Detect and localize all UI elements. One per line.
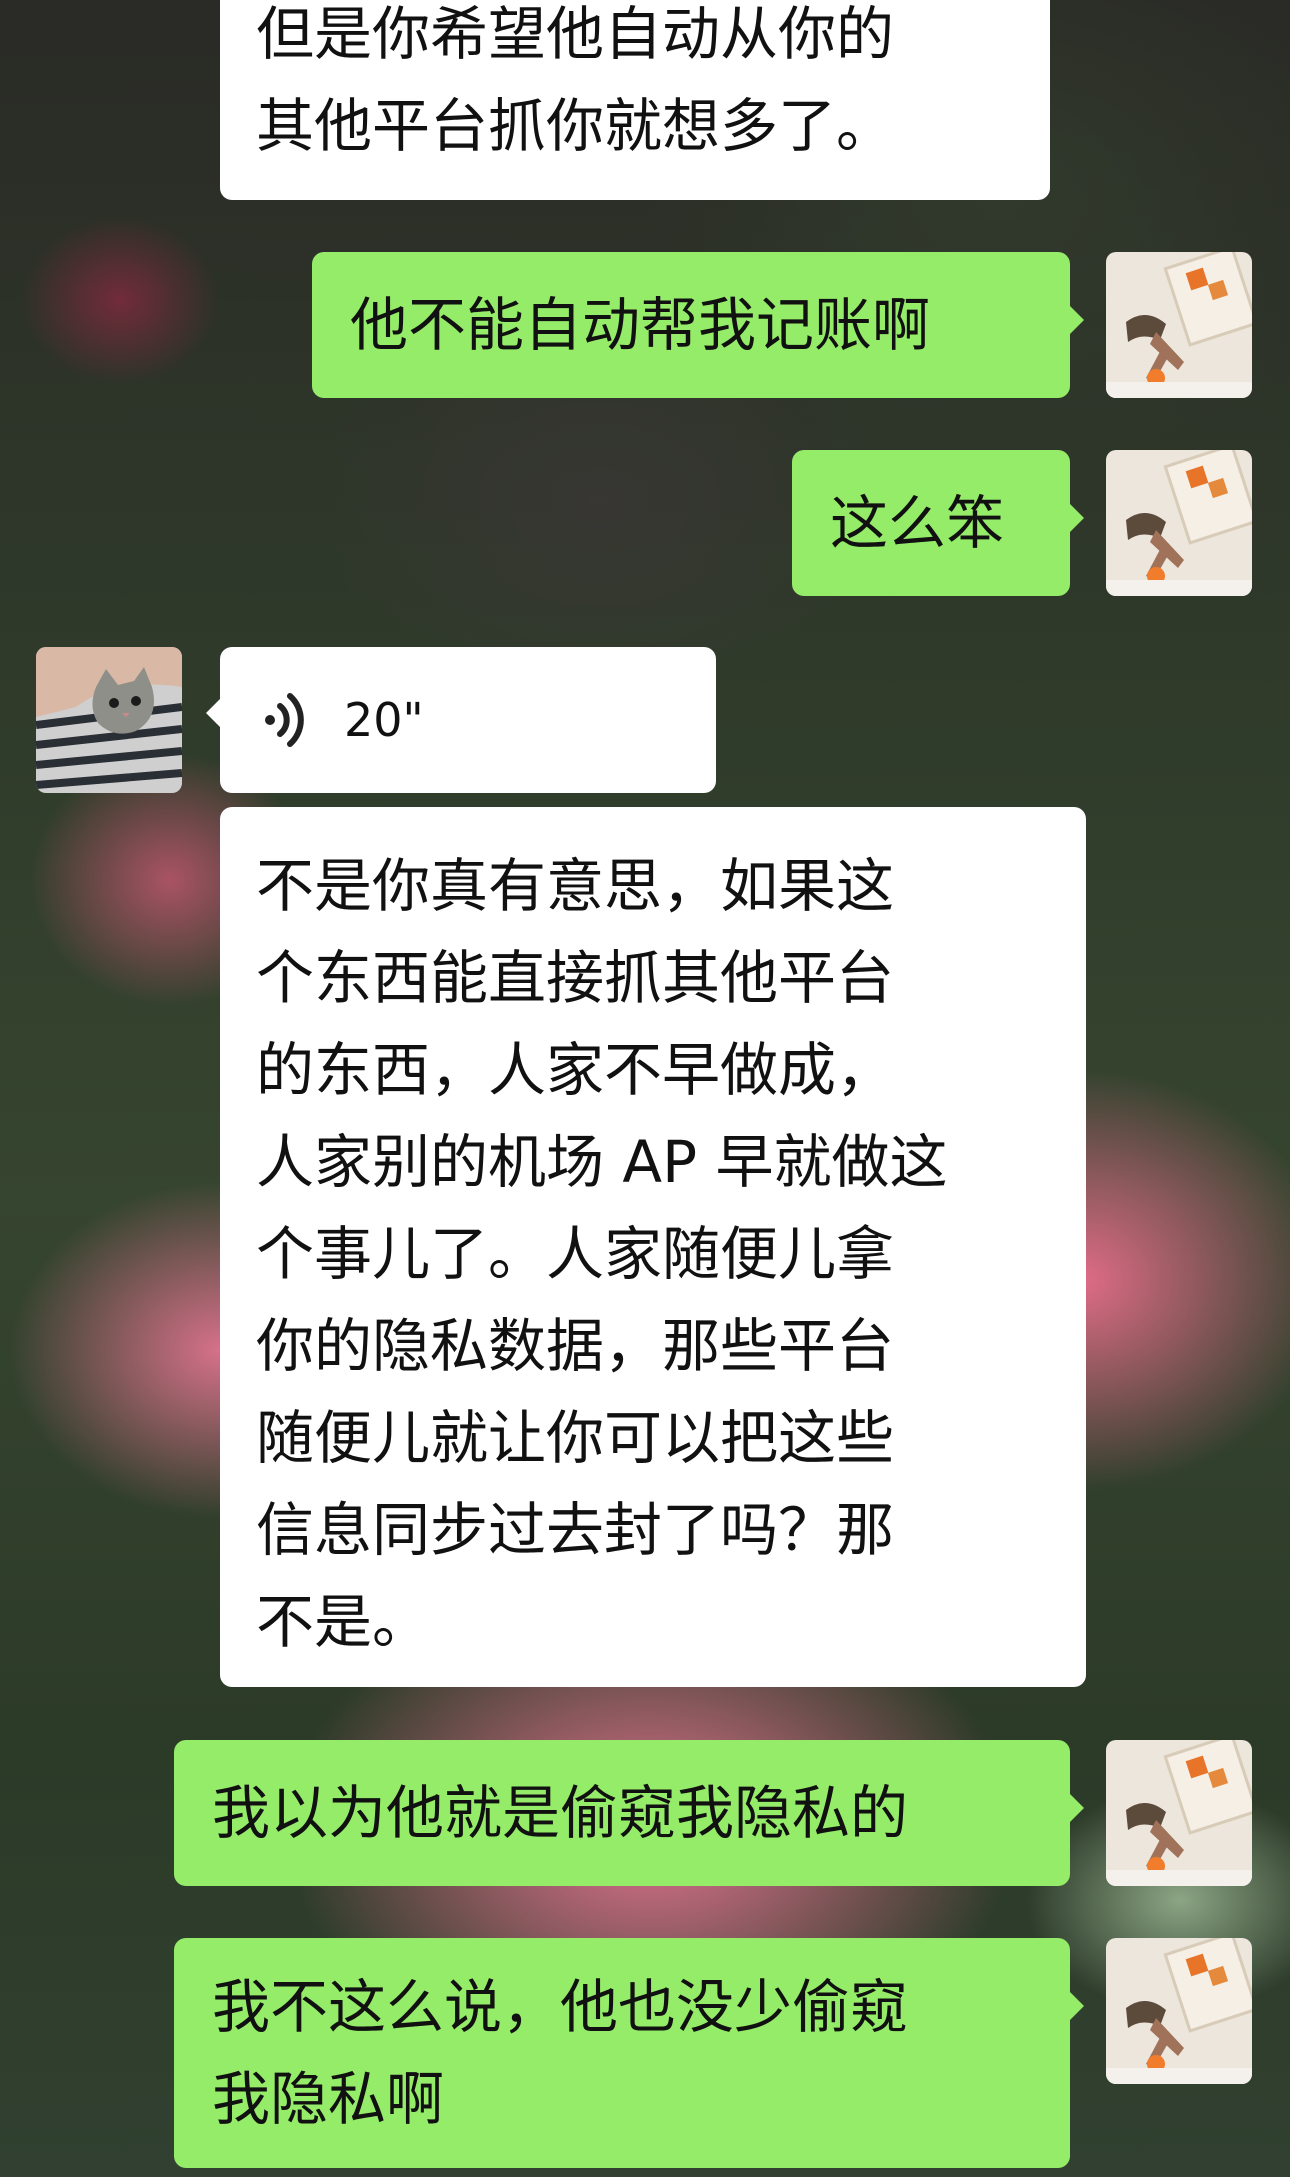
self-avatar-image [1106,1740,1252,1886]
message-bubble-received[interactable]: 但是你希望他自动从你的 其他平台抓你就想多了。 [220,0,1050,200]
message-text: 不是你真有意思，如果这 个东西能直接抓其他平台 的东西，人家不早做成， 人家别的… [256,852,948,1656]
contact-avatar[interactable] [36,647,182,793]
voice-duration: 20" [344,693,424,747]
self-avatar[interactable] [1106,450,1252,596]
message-text: 我以为他就是偷窥我隐私的 [212,1779,909,1847]
message-bubble-received[interactable]: 不是你真有意思，如果这 个东西能直接抓其他平台 的东西，人家不早做成， 人家别的… [220,807,1086,1687]
voice-message-bubble[interactable]: 20" [206,647,716,793]
self-avatar-image [1106,450,1252,596]
message-bubble-sent[interactable]: 这么笨 [792,450,1084,596]
message-bubble-sent[interactable]: 他不能自动帮我记账啊 [312,252,1084,398]
message-bubble-sent[interactable]: 我不这么说，他也没少偷窥 我隐私啊 [174,1938,1084,2168]
self-avatar[interactable] [1106,1938,1252,2084]
message-bubble-sent[interactable]: 我以为他就是偷窥我隐私的 [174,1740,1084,1886]
message-text: 我不这么说，他也没少偷窥 我隐私啊 [212,1973,909,2133]
message-text: 这么笨 [830,489,1005,557]
message-text: 但是你希望他自动从你的 其他平台抓你就想多了。 [256,0,895,160]
message-text: 他不能自动帮我记账啊 [350,291,931,359]
self-avatar[interactable] [1106,1740,1252,1886]
self-avatar-image [1106,252,1252,398]
self-avatar-image [1106,1938,1252,2084]
contact-avatar-cat-image [36,647,182,793]
self-avatar[interactable] [1106,252,1252,398]
voice-wave-icon [265,693,304,747]
